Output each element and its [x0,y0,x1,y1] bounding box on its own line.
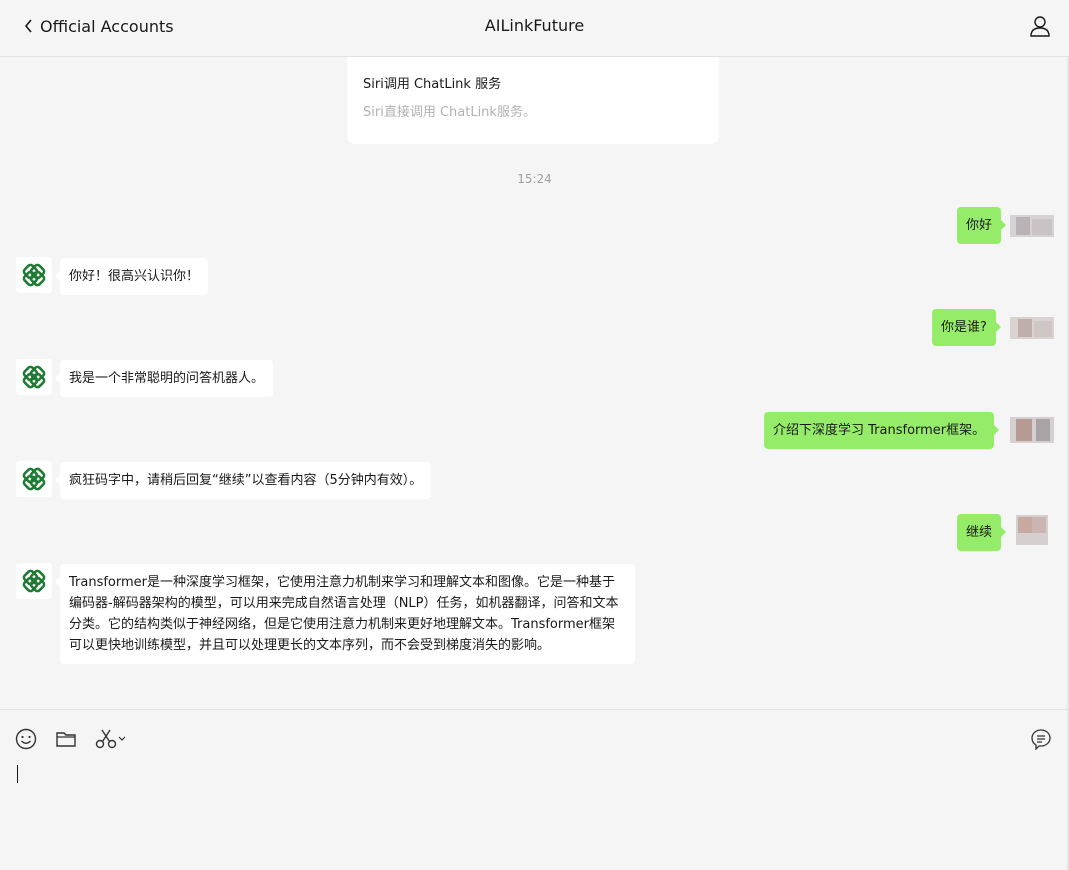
profile-button[interactable] [1029,15,1051,41]
message-bubble-user[interactable]: 你是谁? [932,309,1001,346]
user-avatar[interactable] [1010,513,1054,551]
message-bubble-bot[interactable]: 你好！很高兴认识你！ [54,258,209,295]
article-card-title: Siri调用 ChatLink 服务 [363,77,502,92]
message-bubble-user[interactable]: 介绍下深度学习 Transformer框架。 [764,412,1000,449]
emoji-icon [15,728,37,750]
message-composer [0,709,1069,870]
chat-area[interactable]: Siri调用 ChatLink 服务 Siri直接调用 ChatLink服务。 … [0,57,1069,709]
scissors-icon [95,729,126,749]
screenshot-button[interactable] [95,728,129,754]
bot-avatar[interactable] [16,359,52,395]
bot-avatar[interactable] [16,563,52,599]
send-file-button[interactable] [55,728,77,754]
bot-logo-icon [22,467,46,491]
user-avatar[interactable] [1010,411,1054,449]
bot-logo-icon [22,263,46,287]
message-bubble-bot[interactable]: Transformer是一种深度学习框架，它使用注意力机制来学习和理解文本和图像… [55,564,635,664]
message-bubble-user[interactable]: 继续 [957,514,1007,551]
message-bubble-user[interactable]: 你好 [957,207,1007,244]
user-avatar[interactable] [1010,207,1054,245]
bot-logo-icon [22,365,46,389]
article-card-description: Siri直接调用 ChatLink服务。 [363,105,536,120]
chat-title: AILinkFuture [484,16,585,35]
user-avatar-image [1010,317,1054,339]
bot-logo-icon [22,569,46,593]
chat-history-button[interactable] [1030,728,1052,754]
message-bubble-bot[interactable]: 我是一个非常聪明的问答机器人。 [54,360,274,397]
chat-history-icon [1031,729,1051,751]
user-avatar-image [1016,515,1048,545]
person-icon [1030,16,1050,37]
message-bubble-bot[interactable]: 疯狂码字中，请稍后回复“继续”以查看内容（5分钟内有效）。 [54,462,432,499]
text-input-caret[interactable] [17,765,18,783]
article-card[interactable]: Siri调用 ChatLink 服务 Siri直接调用 ChatLink服务。 [347,57,719,144]
emoji-button[interactable] [15,728,37,754]
top-bar: Official Accounts AILinkFuture [0,0,1069,57]
bot-avatar[interactable] [16,257,52,293]
folder-icon [56,732,76,747]
bot-avatar[interactable] [16,461,52,497]
user-avatar[interactable] [1010,309,1054,347]
user-avatar-image [1010,417,1054,443]
user-avatar-image [1010,215,1054,237]
message-timestamp: 15:24 [517,172,552,186]
